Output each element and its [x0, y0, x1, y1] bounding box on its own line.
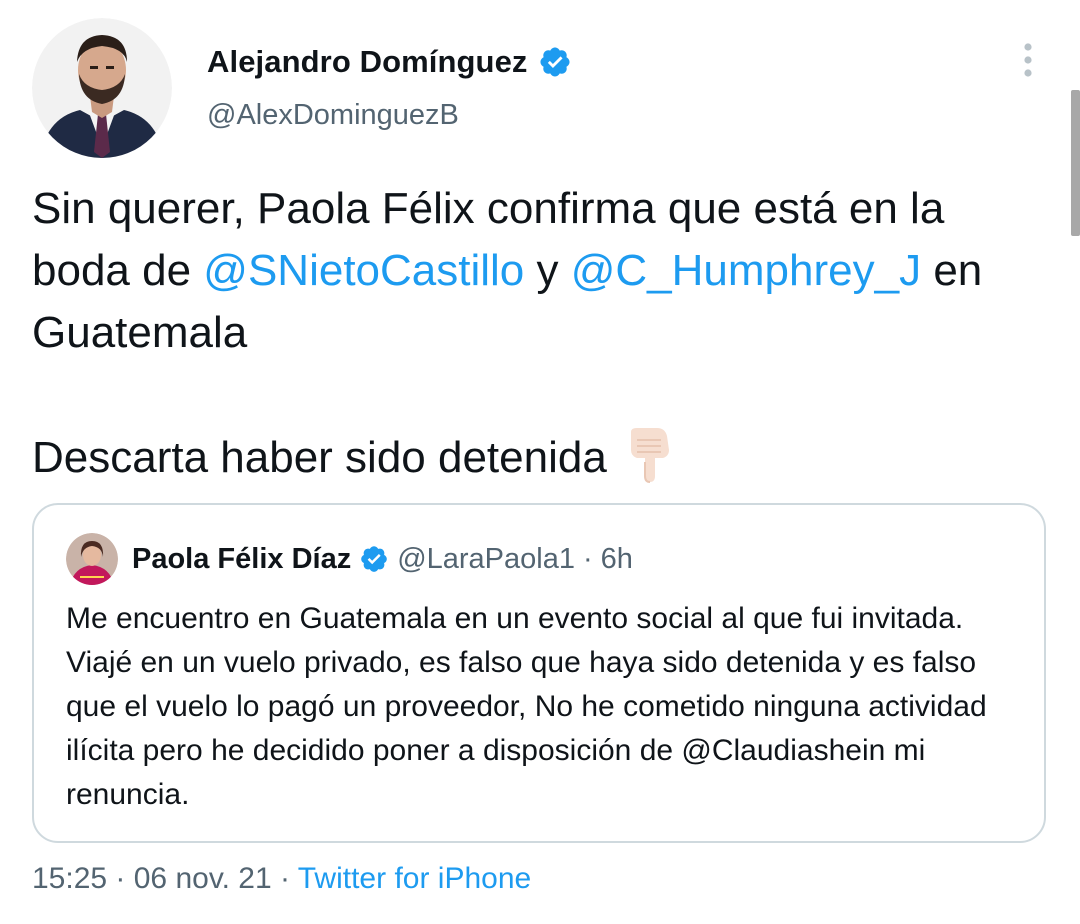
author-handle[interactable]: @AlexDominguezB: [207, 99, 459, 132]
tweet-source-link[interactable]: Twitter for iPhone: [298, 862, 531, 895]
pointing-down-emoji-icon: [630, 428, 669, 483]
tweet-text-line-4: Descarta haber sido detenida: [32, 426, 1052, 489]
author-name-row: Alejandro Domínguez: [207, 44, 572, 80]
more-vertical-icon[interactable]: [1018, 42, 1038, 78]
separator-dot: ·: [271, 862, 298, 895]
text-segment: y: [524, 246, 571, 295]
separator-dot: ·: [107, 862, 134, 895]
tweet-text-line-3: Guatemala: [32, 308, 248, 357]
text-segment: Descarta haber sido detenida: [32, 433, 607, 482]
mention-c-humphrey-j[interactable]: @C_Humphrey_J: [571, 246, 921, 295]
tweet-text: Sin querer, Paola Félix confirma que est…: [32, 178, 1052, 489]
author-avatar[interactable]: [32, 18, 172, 158]
tweet-text-line-1: Sin querer, Paola Félix confirma que est…: [32, 184, 945, 233]
verified-badge-icon: [540, 47, 570, 77]
mention-snietocastillo[interactable]: @SNietoCastillo: [203, 246, 524, 295]
tweet-time[interactable]: 15:25: [32, 862, 107, 895]
quoted-author-avatar[interactable]: [66, 533, 118, 585]
quoted-author-name[interactable]: Paola Félix Díaz: [132, 543, 351, 576]
text-segment: en: [921, 246, 983, 295]
quoted-tweet-text: Me encuentro en Guatemala en un evento s…: [66, 602, 987, 811]
tweet-detail: Alejandro Domínguez @AlexDominguezB Sin …: [0, 0, 1080, 924]
verified-badge-icon: [361, 546, 388, 572]
quoted-tweet-time[interactable]: 6h: [601, 543, 633, 576]
separator-dot: ·: [582, 542, 593, 575]
quoted-tweet-header: Paola Félix Díaz @LaraPaola1 · 6h: [66, 533, 633, 585]
quoted-author-handle[interactable]: @LaraPaola1: [397, 543, 575, 576]
tweet-text-line-2: boda de @SNietoCastillo y @C_Humphrey_J …: [32, 240, 1052, 302]
tweet-meta: 15:25 · 06 nov. 21 · Twitter for iPhone: [32, 862, 531, 896]
tweet-date[interactable]: 06 nov. 21: [134, 862, 272, 895]
scrollbar[interactable]: [1071, 90, 1080, 236]
text-segment: boda de: [32, 246, 204, 295]
quoted-tweet-card[interactable]: Paola Félix Díaz @LaraPaola1 · 6h Me enc…: [32, 503, 1046, 843]
author-name[interactable]: Alejandro Domínguez: [207, 44, 528, 80]
